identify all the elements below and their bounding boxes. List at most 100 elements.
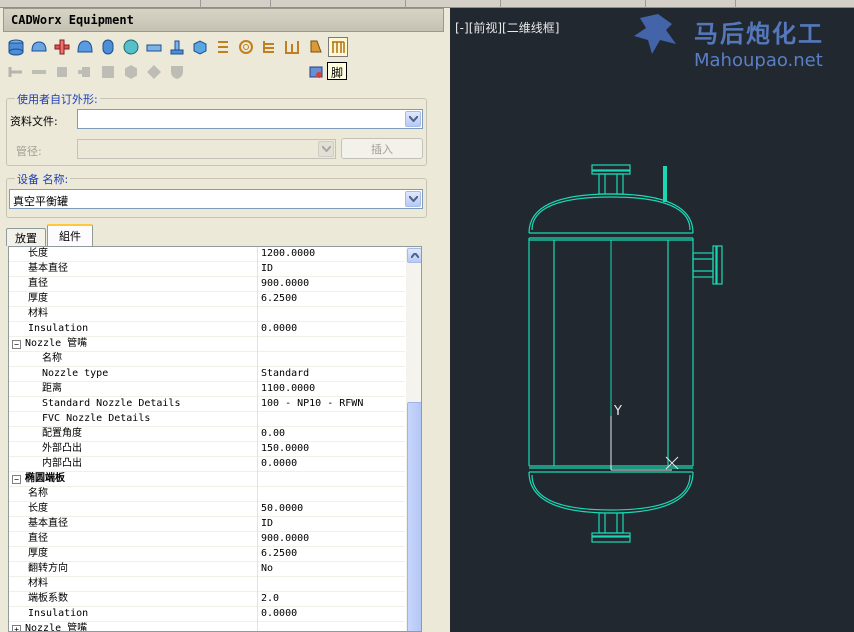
- property-row[interactable]: 材料: [9, 577, 405, 592]
- shield-icon[interactable]: [167, 62, 187, 82]
- property-row[interactable]: 内部凸出 0.0000: [9, 457, 405, 472]
- property-row[interactable]: 基本直径 ID: [9, 517, 405, 532]
- support-legs-icon[interactable]: [282, 37, 302, 57]
- elliptical-head-icon[interactable]: [29, 37, 49, 57]
- property-row[interactable]: 名称: [9, 352, 405, 367]
- property-row[interactable]: 厚度 6.2500: [9, 292, 405, 307]
- box-icon[interactable]: [190, 37, 210, 57]
- property-row[interactable]: 基本直径 ID: [9, 262, 405, 277]
- property-value[interactable]: [259, 352, 405, 367]
- property-value[interactable]: 1100.0000: [259, 382, 405, 397]
- menu-divider: [735, 0, 736, 8]
- property-value[interactable]: ID: [259, 517, 405, 532]
- pipe-size-select[interactable]: [77, 139, 336, 159]
- property-name: 基本直径: [28, 518, 68, 529]
- property-row[interactable]: FVC Nozzle Details: [9, 412, 405, 427]
- property-category-row[interactable]: + Nozzle 管嘴: [9, 622, 405, 631]
- property-row[interactable]: 直径 900.0000: [9, 277, 405, 292]
- equipment-name-select[interactable]: 真空平衡罐: [9, 189, 423, 209]
- saddle-icon[interactable]: [167, 37, 187, 57]
- property-value[interactable]: [259, 622, 405, 631]
- property-row[interactable]: 名称: [9, 487, 405, 502]
- property-value[interactable]: 900.0000: [259, 532, 405, 547]
- chevron-down-icon[interactable]: [318, 141, 334, 157]
- square-icon[interactable]: [98, 62, 118, 82]
- sphere-icon[interactable]: [121, 37, 141, 57]
- scroll-up-icon[interactable]: [407, 248, 421, 263]
- property-row[interactable]: 外部凸出 150.0000: [9, 442, 405, 457]
- diamond-icon[interactable]: [144, 62, 164, 82]
- menu-strip: [0, 0, 854, 8]
- property-value[interactable]: 0.0000: [259, 607, 405, 622]
- block-icon[interactable]: [52, 62, 72, 82]
- property-value[interactable]: 900.0000: [259, 277, 405, 292]
- vessel-icon[interactable]: [98, 37, 118, 57]
- spring-icon[interactable]: [236, 37, 256, 57]
- property-value[interactable]: [259, 337, 405, 352]
- property-value[interactable]: 2.0: [259, 592, 405, 607]
- palette-title-bar[interactable]: CADWorx Equipment: [3, 8, 444, 32]
- dome-head-icon[interactable]: [75, 37, 95, 57]
- pipe-segment-icon[interactable]: [29, 62, 49, 82]
- property-row[interactable]: Nozzle type Standard: [9, 367, 405, 382]
- chevron-down-icon[interactable]: [405, 191, 421, 207]
- cap-icon[interactable]: [75, 62, 95, 82]
- property-value[interactable]: 1200.0000: [259, 247, 405, 262]
- scrollbar-thumb[interactable]: [407, 402, 421, 631]
- property-category-row[interactable]: − Nozzle 管嘴: [9, 337, 405, 352]
- reducer-icon[interactable]: [144, 37, 164, 57]
- cylinder-shell-icon[interactable]: [6, 37, 26, 57]
- property-row[interactable]: 端板系数 2.0: [9, 592, 405, 607]
- hexagon-icon[interactable]: [121, 62, 141, 82]
- property-value[interactable]: 6.2500: [259, 547, 405, 562]
- boot-icon[interactable]: [305, 37, 325, 57]
- property-value[interactable]: Standard: [259, 367, 405, 382]
- data-file-select[interactable]: [77, 109, 423, 129]
- property-row[interactable]: 厚度 6.2500: [9, 547, 405, 562]
- coil-icon[interactable]: [213, 37, 233, 57]
- nozzle-icon[interactable]: [6, 62, 26, 82]
- property-value[interactable]: 6.2500: [259, 292, 405, 307]
- tab-placement[interactable]: 放置: [6, 228, 46, 246]
- property-row[interactable]: 材料: [9, 307, 405, 322]
- property-value[interactable]: No: [259, 562, 405, 577]
- property-value[interactable]: [259, 472, 405, 487]
- property-value[interactable]: [259, 577, 405, 592]
- property-value[interactable]: [259, 487, 405, 502]
- property-value[interactable]: ID: [259, 262, 405, 277]
- property-category-row[interactable]: − 椭圆端板: [9, 472, 405, 487]
- user-shape-group-title: 使用者自订外形:: [15, 91, 100, 107]
- property-value[interactable]: [259, 307, 405, 322]
- property-value[interactable]: 0.0000: [259, 322, 405, 337]
- property-name-cell: Insulation: [9, 322, 258, 337]
- property-value[interactable]: [259, 412, 405, 427]
- watermark-logo-icon: [634, 14, 676, 54]
- platform-icon[interactable]: [328, 37, 348, 57]
- property-row[interactable]: 配置角度 0.00: [9, 427, 405, 442]
- flange-icon[interactable]: [52, 37, 72, 57]
- property-row[interactable]: 翻转方向 No: [9, 562, 405, 577]
- tab-components[interactable]: 組件: [47, 224, 93, 246]
- collapse-icon[interactable]: −: [12, 475, 21, 484]
- insert-button[interactable]: 插入: [341, 138, 423, 159]
- property-value[interactable]: 50.0000: [259, 502, 405, 517]
- property-row[interactable]: 长度 1200.0000: [9, 247, 405, 262]
- property-row[interactable]: 距离 1100.0000: [9, 382, 405, 397]
- side-nozzle-neck: [692, 252, 714, 278]
- collapse-icon[interactable]: −: [12, 340, 21, 349]
- property-row[interactable]: 直径 900.0000: [9, 532, 405, 547]
- property-value[interactable]: 100 - NP10 - RFWN: [259, 397, 405, 412]
- tray-icon[interactable]: [259, 37, 279, 57]
- property-grid-scrollbar[interactable]: [406, 247, 421, 631]
- property-row[interactable]: Insulation 0.0000: [9, 607, 405, 622]
- leg-tool-icon[interactable]: [306, 62, 326, 82]
- expand-icon[interactable]: +: [12, 625, 21, 631]
- property-value[interactable]: 0.00: [259, 427, 405, 442]
- property-row[interactable]: Insulation 0.0000: [9, 322, 405, 337]
- property-value[interactable]: 0.0000: [259, 457, 405, 472]
- pipe-size-label: 管径:: [16, 145, 42, 158]
- property-value[interactable]: 150.0000: [259, 442, 405, 457]
- chevron-down-icon[interactable]: [405, 111, 421, 127]
- property-row[interactable]: Standard Nozzle Details 100 - NP10 - RFWN: [9, 397, 405, 412]
- property-row[interactable]: 长度 50.0000: [9, 502, 405, 517]
